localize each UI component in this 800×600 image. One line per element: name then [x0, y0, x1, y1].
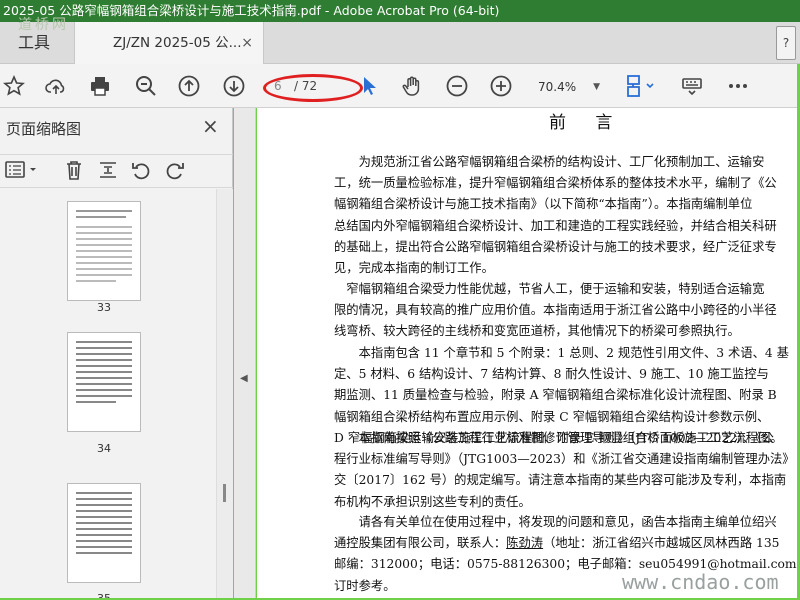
- paragraph-1: 为规范浙江省公路窄幅钢箱组合梁桥的结构设计、工厂化预制加工、运输安 工，统一质量…: [334, 155, 777, 276]
- hand-tool-icon[interactable]: [398, 72, 426, 100]
- page-layout-icon[interactable]: [622, 72, 658, 100]
- delete-page-icon[interactable]: [63, 159, 89, 185]
- extract-page-icon[interactable]: [97, 159, 123, 185]
- zoom-out-icon[interactable]: [443, 72, 471, 100]
- watermark-top-left: 道桥网: [18, 17, 69, 33]
- chevron-down-icon: ▼: [593, 82, 600, 92]
- page-thumbnail[interactable]: [67, 332, 141, 432]
- thumbnail-list[interactable]: 33 34 35: [0, 189, 216, 598]
- tab-document[interactable]: ZJ/ZN 2025-05 公... ×: [74, 22, 264, 64]
- main-toolbar: 6 / 72 70.4% ▼: [0, 64, 800, 108]
- window-title: 2025-05 公路窄幅钢箱组合梁桥设计与施工技术指南.pdf - Adobe …: [3, 3, 500, 18]
- window-title-bar: 2025-05 公路窄幅钢箱组合梁桥设计与施工技术指南.pdf - Adobe …: [0, 0, 800, 22]
- zoom-level-value: 70.4%: [538, 80, 577, 94]
- bookmark-star-icon[interactable]: [0, 72, 28, 100]
- tab-document-label: ZJ/ZN 2025-05 公...: [113, 35, 242, 51]
- red-highlight-oval: [263, 74, 363, 102]
- scrollbar-thumb[interactable]: [223, 484, 226, 502]
- thumbnail-scrollbar[interactable]: [216, 189, 233, 598]
- panel-title: 页面缩略图: [6, 120, 82, 138]
- rotate-counterclockwise-icon[interactable]: [130, 159, 156, 185]
- page-thumbnails-panel: 页面缩略图 × 33 34: [0, 108, 233, 598]
- page-thumbnail[interactable]: [67, 201, 141, 301]
- next-page-icon[interactable]: [220, 72, 248, 100]
- panel-toolbar: [0, 154, 233, 188]
- thumbnail-page-label: 33: [97, 301, 111, 314]
- zoom-level-select[interactable]: 70.4% ▼: [528, 75, 606, 99]
- keyboard-tool-icon[interactable]: [678, 72, 706, 100]
- previous-page-icon[interactable]: [175, 72, 203, 100]
- tab-bar: 工具 ZJ/ZN 2025-05 公... × ?: [0, 22, 800, 64]
- print-icon[interactable]: [86, 72, 114, 100]
- thumbnail-options-icon[interactable]: [4, 159, 44, 185]
- watermark-bottom-right: www.cndao.com: [622, 570, 779, 594]
- cloud-upload-icon[interactable]: [42, 72, 70, 100]
- panel-close-icon[interactable]: ×: [202, 114, 219, 138]
- rotate-clockwise-icon[interactable]: [164, 159, 190, 185]
- panel-collapse-strip[interactable]: ◀: [234, 108, 256, 598]
- collapse-arrow-icon[interactable]: ◀: [240, 373, 248, 384]
- help-icon[interactable]: ?: [776, 26, 796, 60]
- contact-name: 陈劲涛: [506, 536, 544, 551]
- more-options-icon[interactable]: [724, 72, 752, 100]
- thumbnail-page-label: 34: [97, 442, 111, 455]
- page-thumbnail[interactable]: [67, 483, 141, 583]
- paragraph-2: 窄幅钢箱组合梁受力性能优越，节省人工，便于运输和安装，特别适合运输宽 限的情况，…: [334, 282, 777, 339]
- thumbnail-page-label: 35: [67, 592, 141, 598]
- zoom-in-icon[interactable]: [487, 72, 515, 100]
- document-view[interactable]: 前 言 为规范浙江省公路窄幅钢箱组合梁桥的结构设计、工厂化预制加工、运输安 工，…: [257, 108, 797, 598]
- tab-close-icon[interactable]: ×: [241, 22, 253, 64]
- document-page: 前 言 为规范浙江省公路窄幅钢箱组合梁桥的结构设计、工厂化预制加工、运输安 工，…: [257, 108, 797, 598]
- paragraph-4: 本指南按照《公路工程行业标准制修订管理导则》（JTG 1002—2022）、《公…: [334, 431, 795, 509]
- zoom-search-icon[interactable]: [132, 72, 160, 100]
- page-heading: 前 言: [549, 113, 625, 133]
